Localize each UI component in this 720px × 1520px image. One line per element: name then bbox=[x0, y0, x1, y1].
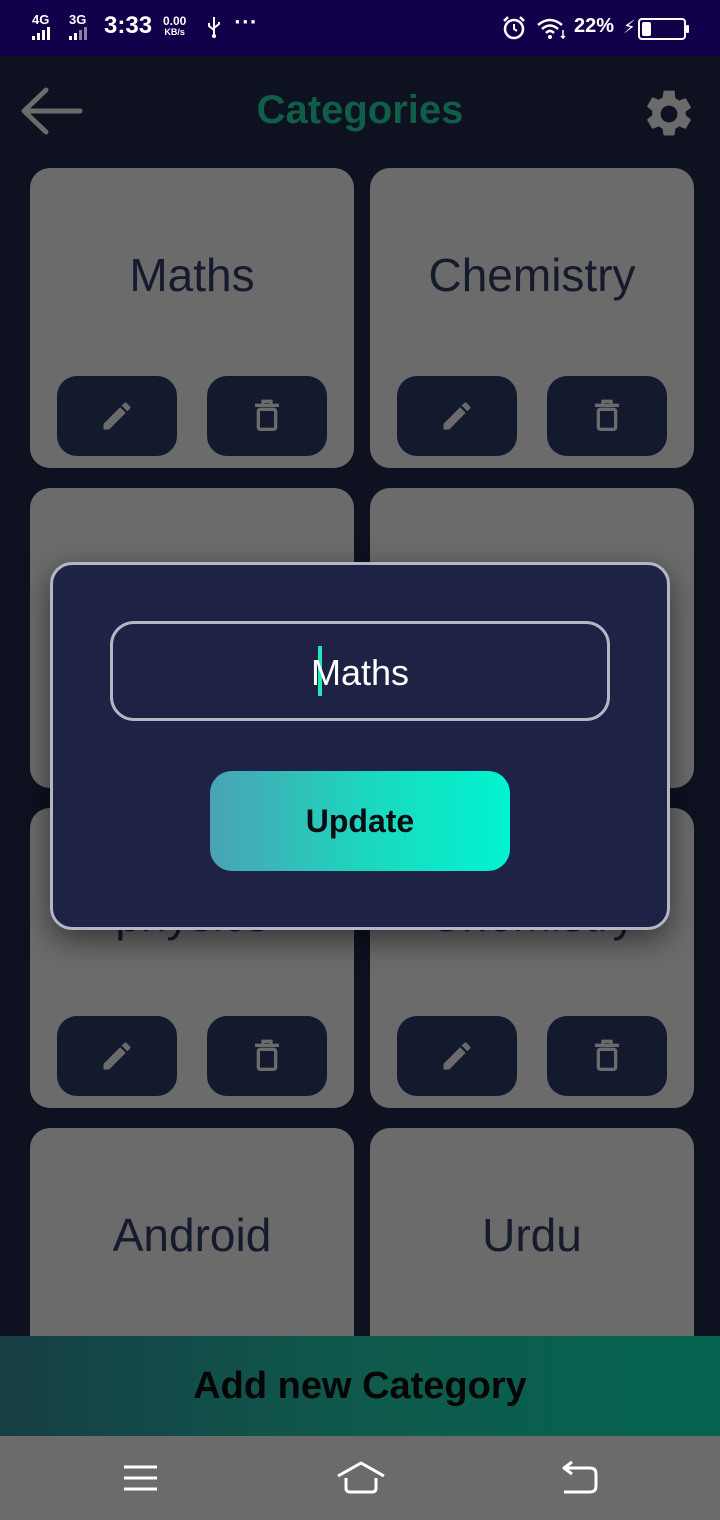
category-name-input[interactable]: Maths bbox=[110, 621, 610, 721]
pencil-icon bbox=[103, 402, 131, 430]
category-card[interactable]: Maths bbox=[30, 168, 354, 468]
gear-icon bbox=[647, 90, 691, 136]
return-icon bbox=[562, 1460, 598, 1494]
edit-category-button[interactable] bbox=[397, 376, 517, 456]
home-icon bbox=[337, 1461, 385, 1494]
menu-icon bbox=[124, 1465, 157, 1491]
delete-category-button[interactable] bbox=[547, 1016, 667, 1096]
nav-back-button[interactable] bbox=[556, 1456, 606, 1500]
category-card-title: Urdu bbox=[482, 1209, 582, 1261]
trash-icon bbox=[255, 1039, 279, 1072]
delete-category-button[interactable] bbox=[547, 376, 667, 456]
pencil-icon bbox=[103, 1042, 131, 1070]
update-button[interactable]: Update bbox=[210, 771, 510, 871]
delete-category-button[interactable] bbox=[207, 376, 327, 456]
delete-category-button[interactable] bbox=[207, 1016, 327, 1096]
system-nav-bar bbox=[0, 1436, 720, 1520]
category-card-title: Android bbox=[112, 1209, 272, 1261]
page-title: Categories bbox=[256, 88, 464, 132]
settings-button[interactable] bbox=[630, 86, 708, 142]
trash-icon bbox=[595, 399, 619, 432]
add-new-category-button[interactable]: Add new Category bbox=[0, 1336, 720, 1436]
category-card-title: Chemistry bbox=[428, 249, 636, 301]
edit-category-button[interactable] bbox=[57, 1016, 177, 1096]
pencil-icon bbox=[443, 1042, 471, 1070]
pencil-icon bbox=[443, 402, 471, 430]
trash-icon bbox=[595, 1039, 619, 1072]
category-card[interactable]: Chemistry bbox=[370, 168, 694, 468]
trash-icon bbox=[255, 399, 279, 432]
nav-menu-button[interactable] bbox=[116, 1456, 166, 1500]
edit-category-dialog: Maths Update bbox=[50, 562, 670, 930]
edit-category-button[interactable] bbox=[57, 376, 177, 456]
category-card-title: Maths bbox=[129, 249, 255, 301]
nav-home-button[interactable] bbox=[334, 1456, 388, 1500]
app-bar: Categories bbox=[0, 56, 720, 168]
category-name-input-value: Maths bbox=[310, 652, 410, 693]
edit-category-button[interactable] bbox=[397, 1016, 517, 1096]
